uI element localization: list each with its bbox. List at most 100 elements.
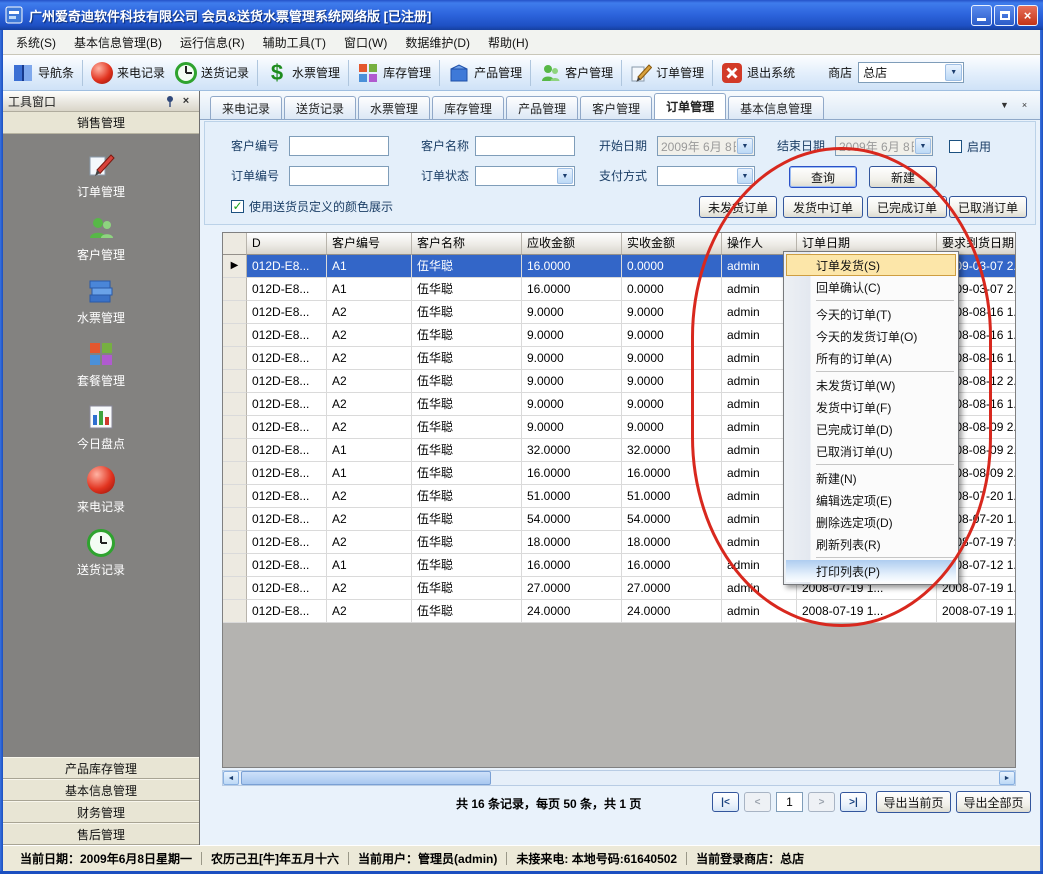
sidebar-section-sales[interactable]: 销售管理 xyxy=(3,112,199,134)
toolbar-exit-button[interactable]: 退出系统 xyxy=(716,59,800,87)
tab-water-ticket[interactable]: 水票管理 xyxy=(358,96,430,119)
sidebar-item-incoming-call[interactable]: 来电记录 xyxy=(3,461,199,524)
toolbar-product-button[interactable]: 产品管理 xyxy=(443,59,527,87)
context-menu-item[interactable]: 回单确认(C) xyxy=(786,276,956,298)
menu-aux-tools[interactable]: 辅助工具(T) xyxy=(254,31,335,54)
menu-help[interactable]: 帮助(H) xyxy=(479,31,538,54)
cell-id: 012D-E8... xyxy=(247,600,327,623)
column-header-customer-name[interactable]: 客户名称 xyxy=(412,233,522,255)
maximize-button[interactable] xyxy=(994,5,1015,26)
context-menu-item[interactable]: 发货中订单(F) xyxy=(786,396,956,418)
sidebar-item-order-mgmt[interactable]: 订单管理 xyxy=(3,146,199,209)
context-menu-item[interactable]: 打印列表(P) xyxy=(786,560,956,582)
context-menu-item[interactable]: 所有的订单(A) xyxy=(786,347,956,369)
column-header-id[interactable]: D xyxy=(247,233,327,255)
horizontal-scrollbar[interactable]: ◄ ► xyxy=(222,770,1016,786)
pay-method-combobox[interactable]: ▼ xyxy=(657,166,755,186)
filter-completed-orders-button[interactable]: 已完成订单 xyxy=(867,196,947,218)
context-menu-item[interactable]: 刷新列表(R) xyxy=(786,533,956,555)
column-header-customer-code[interactable]: 客户编号 xyxy=(327,233,412,255)
sidebar-group-product-inventory[interactable]: 产品库存管理 xyxy=(3,757,199,779)
toolbar-inventory-button[interactable]: 库存管理 xyxy=(352,59,436,87)
tab-delivery-record[interactable]: 送货记录 xyxy=(284,96,356,119)
t ab-customer[interactable]: 客户管理 xyxy=(580,96,652,119)
prev-page-button[interactable]: < xyxy=(744,792,771,812)
delivery-color-checkbox[interactable]: ✓ 使用送货员定义的颜色展示 xyxy=(231,198,393,215)
scrollbar-track[interactable] xyxy=(239,771,999,785)
tab-product[interactable]: 产品管理 xyxy=(506,96,578,119)
context-menu-item[interactable]: 已取消订单(U) xyxy=(786,440,956,462)
pin-button[interactable] xyxy=(162,93,178,109)
sidebar-group-basic-info[interactable]: 基本信息管理 xyxy=(3,779,199,801)
first-page-button[interactable]: |< xyxy=(712,792,739,812)
filter-unshipped-orders-button[interactable]: 未发货订单 xyxy=(699,196,777,218)
customer-code-input[interactable] xyxy=(289,136,389,156)
export-current-page-button[interactable]: 导出当前页 xyxy=(876,791,951,813)
tab-order-mgmt[interactable]: 订单管理 xyxy=(654,93,726,119)
cell-receivable: 16.0000 xyxy=(522,554,622,577)
sidebar-item-package-mgmt[interactable]: 套餐管理 xyxy=(3,335,199,398)
minimize-button[interactable] xyxy=(971,5,992,26)
menu-runtime-info[interactable]: 运行信息(R) xyxy=(171,31,254,54)
toolbar-order-button[interactable]: 订单管理 xyxy=(625,59,709,87)
context-menu-item[interactable]: 新建(N) xyxy=(786,467,956,489)
sidebar-close-button[interactable]: × xyxy=(178,93,194,109)
context-menu-item[interactable]: 今天的发货订单(O) xyxy=(786,325,956,347)
store-selector-group: 商店 总店 ▼ xyxy=(828,62,964,83)
filter-shipping-orders-button[interactable]: 发货中订单 xyxy=(783,196,863,218)
next-page-button[interactable]: > xyxy=(808,792,835,812)
context-menu-item[interactable]: 订单发货(S) xyxy=(786,254,956,276)
sidebar-item-water-ticket-mgmt[interactable]: 水票管理 xyxy=(3,272,199,335)
toolbar-navigator-button[interactable]: 导航条 xyxy=(7,59,79,87)
scroll-right-icon[interactable]: ► xyxy=(999,771,1015,785)
sidebar-group-after-sales[interactable]: 售后管理 xyxy=(3,823,199,845)
incoming-call-icon xyxy=(87,466,115,494)
order-status-combobox[interactable]: ▼ xyxy=(475,166,575,186)
title-bar[interactable]: 广州爱奇迪软件科技有限公司 会员&送货水票管理系统网络版 [已注册] × xyxy=(0,0,1043,30)
menu-system[interactable]: 系统(S) xyxy=(7,31,65,54)
toolbar-customer-button[interactable]: 客户管理 xyxy=(534,59,618,87)
toolbar-water-ticket-button[interactable]: 水票管理 xyxy=(261,59,345,87)
filter-cancelled-orders-button[interactable]: 已取消订单 xyxy=(949,196,1027,218)
context-menu-item[interactable]: 已完成订单(D) xyxy=(786,418,956,440)
context-menu-item-label: 订单发货(S) xyxy=(816,257,880,274)
context-menu-item[interactable]: 编辑选定项(E) xyxy=(786,489,956,511)
enable-date-checkbox[interactable]: 启用 xyxy=(949,138,991,155)
table-row[interactable]: 012D-E8... A2 伍华聪 24.0000 24.0000 admin … xyxy=(223,600,1016,623)
context-menu-item[interactable]: 今天的订单(T) xyxy=(786,303,956,325)
new-button[interactable]: 新建 xyxy=(869,166,937,188)
tab-basic-info[interactable]: 基本信息管理 xyxy=(728,96,824,119)
menu-data-maintenance[interactable]: 数据维护(D) xyxy=(396,31,479,54)
column-header-receivable[interactable]: 应收金额 xyxy=(522,233,622,255)
toolbar-incoming-call-button[interactable]: 来电记录 xyxy=(86,59,170,87)
sidebar-item-delivery-record[interactable]: 送货记录 xyxy=(3,524,199,587)
context-menu-list: 订单发货(S) 回单确认(C) 今天的订单(T) 今天的发货订单(O) 所有的订… xyxy=(786,254,956,582)
close-button[interactable]: × xyxy=(1017,5,1038,26)
tab-incoming-call[interactable]: 来电记录 xyxy=(210,96,282,119)
tab-inventory[interactable]: 库存管理 xyxy=(432,96,504,119)
cell-customer-code: A2 xyxy=(327,531,412,554)
store-combobox[interactable]: 总店 ▼ xyxy=(858,62,964,83)
page-number-input[interactable]: 1 xyxy=(776,792,803,812)
customer-name-input[interactable] xyxy=(475,136,575,156)
scrollbar-thumb[interactable] xyxy=(241,771,491,785)
start-date-picker[interactable]: 2009年 6月 8日 ▼ xyxy=(657,136,755,156)
toolbar-delivery-record-button[interactable]: 送货记录 xyxy=(170,59,254,87)
sidebar-item-customer-mgmt[interactable]: 客户管理 xyxy=(3,209,199,272)
tab-close-button[interactable]: × xyxy=(1017,97,1032,112)
order-code-input[interactable] xyxy=(289,166,389,186)
export-all-pages-button[interactable]: 导出全部页 xyxy=(956,791,1031,813)
context-menu-item[interactable]: 未发货订单(W) xyxy=(786,374,956,396)
scroll-left-icon[interactable]: ◄ xyxy=(223,771,239,785)
sidebar-group-finance[interactable]: 财务管理 xyxy=(3,801,199,823)
tab-menu-button[interactable]: ▼ xyxy=(997,97,1012,112)
context-menu-item[interactable]: 删除选定项(D) xyxy=(786,511,956,533)
query-button[interactable]: 查询 xyxy=(789,166,857,188)
sidebar-item-daily-check[interactable]: 今日盘点 xyxy=(3,398,199,461)
last-page-button[interactable]: >| xyxy=(840,792,867,812)
menu-window[interactable]: 窗口(W) xyxy=(335,31,396,54)
column-header-received[interactable]: 实收金额 xyxy=(622,233,722,255)
cell-customer-code: A1 xyxy=(327,462,412,485)
end-date-picker[interactable]: 2009年 6月 8日 ▼ xyxy=(835,136,933,156)
menu-basic-info[interactable]: 基本信息管理(B) xyxy=(65,31,171,54)
